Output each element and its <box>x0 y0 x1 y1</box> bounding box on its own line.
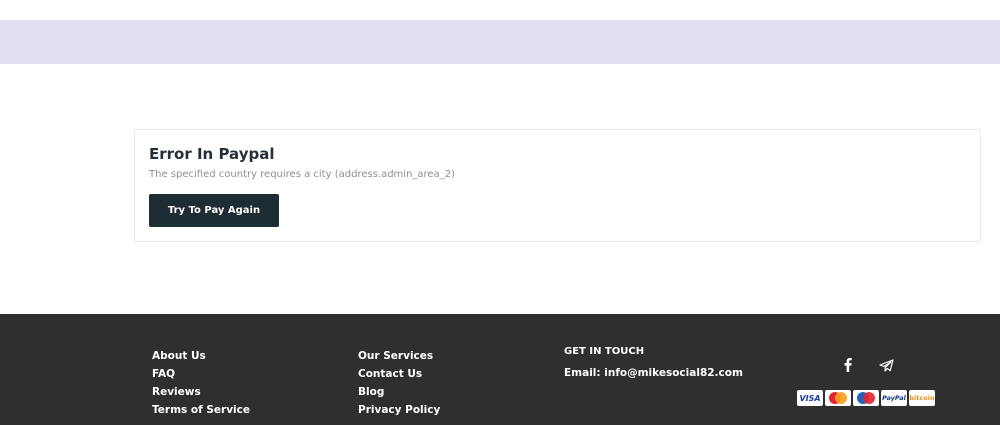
header-band <box>0 20 1000 64</box>
maestro-icon <box>853 390 879 406</box>
footer-link-blog[interactable]: Blog <box>358 383 440 401</box>
telegram-icon[interactable] <box>878 357 894 373</box>
contact-email[interactable]: Email: info@mikesocial82.com <box>564 367 743 379</box>
paypal-icon: PayPal <box>881 390 907 406</box>
try-again-button[interactable]: Try To Pay Again <box>149 194 279 227</box>
footer-link-reviews[interactable]: Reviews <box>152 383 250 401</box>
page-top <box>0 0 1000 20</box>
facebook-icon[interactable] <box>840 357 856 373</box>
social-links <box>840 357 894 373</box>
error-title: Error In Paypal <box>149 145 275 163</box>
contact-heading: GET IN TOUCH <box>564 346 645 357</box>
footer: About Us FAQ Reviews Terms of Service Ou… <box>0 314 1000 425</box>
footer-link-privacy[interactable]: Privacy Policy <box>358 401 440 419</box>
footer-link-faq[interactable]: FAQ <box>152 365 250 383</box>
footer-link-contact[interactable]: Contact Us <box>358 365 440 383</box>
footer-links-col2: Our Services Contact Us Blog Privacy Pol… <box>358 347 440 419</box>
bitcoin-icon: bitcoin <box>909 390 935 406</box>
footer-link-about[interactable]: About Us <box>152 347 250 365</box>
footer-link-services[interactable]: Our Services <box>358 347 440 365</box>
error-message: The specified country requires a city (a… <box>149 169 455 180</box>
footer-links-col1: About Us FAQ Reviews Terms of Service <box>152 347 250 419</box>
footer-link-terms[interactable]: Terms of Service <box>152 401 250 419</box>
mastercard-icon <box>825 390 851 406</box>
payment-methods: VISA PayPal bitcoin <box>797 390 935 406</box>
visa-icon: VISA <box>797 390 823 406</box>
footer-contact: GET IN TOUCH Email: info@mikesocial82.co… <box>564 345 743 379</box>
error-card: Error In Paypal The specified country re… <box>134 129 981 242</box>
